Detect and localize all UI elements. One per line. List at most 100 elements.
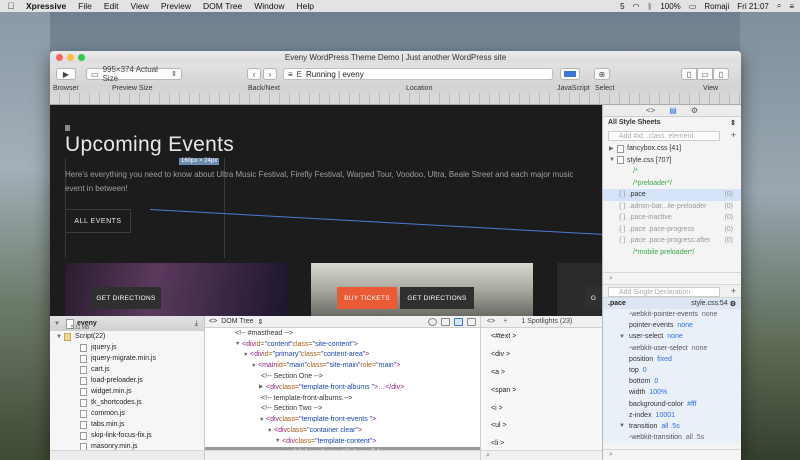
dom-node[interactable]: <!-- Section One --> [205, 371, 480, 382]
css-declaration[interactable]: top 0 [603, 365, 741, 376]
select-button[interactable]: ⊕ [594, 68, 610, 80]
disclosure-down-icon[interactable]: ▼ [235, 341, 242, 347]
css-declaration[interactable]: z-index 10001 [603, 410, 741, 421]
battery-icon[interactable]: ▭ [689, 2, 697, 11]
css-declaration[interactable]: -webkit-user-select none [603, 343, 741, 354]
declaration-filter-row[interactable]: ⌕ [603, 449, 741, 460]
menu-preview[interactable]: Preview [161, 1, 191, 11]
get-directions-button[interactable]: GET DIRECTIONS [400, 287, 474, 309]
dom-node[interactable]: <!-- template-front-albums.--> [205, 393, 480, 404]
dom-node[interactable]: ▼ <div class= "template-content" > [205, 436, 480, 447]
disclosure-down-icon[interactable]: ▼ [619, 334, 629, 340]
dom-node[interactable]: ▼ <div id= "content" class= "site-content" > [205, 339, 480, 350]
file-item[interactable]: jquery.js [50, 342, 204, 353]
gear-icon[interactable]: ⚙ [691, 106, 698, 115]
menu-app-name[interactable]: Xpressive [26, 1, 66, 11]
menu-file[interactable]: File [78, 1, 92, 11]
page-heading[interactable]: Upcoming Events [65, 133, 234, 157]
download-icon[interactable]: ⤓ [195, 320, 198, 328]
menu-dom-tree[interactable]: DOM Tree [203, 1, 242, 11]
battery-level[interactable]: 100% [660, 2, 680, 11]
spotlight-item[interactable]: <#text > [481, 328, 602, 346]
add-rule-icon[interactable]: + [731, 130, 736, 140]
stylesheet-selector[interactable]: All Style Sheets ⇕ [603, 117, 741, 129]
all-events-button[interactable]: ALL EVENTS [65, 209, 131, 233]
partial-button[interactable]: G [585, 287, 602, 309]
javascript-toggle[interactable] [560, 68, 580, 80]
dom-node[interactable]: ▼ <main id= "main" class= "site-main" role=… [205, 360, 480, 371]
stylesheet-icon[interactable]: ▤ [669, 106, 677, 115]
disclosure-down-icon[interactable]: ▼ [251, 363, 258, 369]
disclosure-down-icon[interactable]: ▼ [243, 352, 250, 358]
css-declaration[interactable]: -webkit-transition all .5s [603, 432, 741, 443]
file-item[interactable]: common.js [50, 408, 204, 419]
updown-icon[interactable]: ⇕ [257, 318, 263, 326]
input-source[interactable]: Romaji [704, 2, 729, 11]
dom-node[interactable]: <!-- Section Two --> [205, 404, 480, 415]
code-icon[interactable]: <> [209, 318, 217, 325]
file-item[interactable]: tabs.min.js [50, 419, 204, 430]
browser-button[interactable]: ▶ [56, 68, 76, 80]
css-declaration[interactable]: ▼ user-select none [603, 331, 741, 342]
menu-list-icon[interactable]: ≡ [789, 2, 794, 11]
menu-view[interactable]: View [131, 1, 149, 11]
view-bottom-button[interactable]: ▭ [697, 68, 713, 80]
page-description[interactable]: Here's everything you need to know about… [65, 168, 585, 196]
menu-help[interactable]: Help [296, 1, 313, 11]
status-count[interactable]: 5 [620, 2, 624, 11]
css-declaration[interactable]: bottom 0 [603, 376, 741, 387]
file-item[interactable]: load-preloader.js [50, 375, 204, 386]
view-right-button[interactable]: ▯ [713, 68, 729, 80]
preview-size-select[interactable]: ▭ 995×374 Actual Size ⇕ [86, 65, 182, 83]
layout-icon[interactable] [454, 317, 463, 326]
code-icon[interactable]: <> [487, 318, 495, 325]
flow-icon[interactable]: ⑂ [503, 318, 507, 325]
dom-node[interactable]: ▶ <div class= "template-front-albums " >…</… [205, 382, 480, 393]
css-comment[interactable]: /*mobile preloader*/ [603, 247, 741, 259]
buy-tickets-button[interactable]: BUY TICKETS [337, 287, 397, 309]
bluetooth-icon[interactable]: ᛒ [648, 2, 653, 11]
menu-window[interactable]: Window [254, 1, 284, 11]
folder-item[interactable]: ▼ Script(22) [50, 331, 204, 342]
dom-node[interactable]: ▼ <div class= "container clear" > [205, 425, 480, 436]
spotlight-item[interactable]: <ul > [481, 417, 602, 435]
css-rule[interactable]: { } .pace .pace-progress:after (0) [603, 235, 741, 247]
clock[interactable]: Fri 21:07 [737, 2, 769, 11]
view-left-button[interactable]: ▯ [681, 68, 697, 80]
apple-icon[interactable]:  [6, 1, 16, 11]
location-field[interactable]: ≡ E Running | eveny [283, 68, 553, 80]
wifi-icon[interactable]: ◠ [633, 2, 640, 11]
file-item[interactable]: skip-link-focus-fix.js [50, 430, 204, 441]
css-rule[interactable]: { } .pace .pace-progress (0) [603, 224, 741, 236]
pin-icon[interactable] [441, 317, 450, 326]
file-item[interactable]: jquery-migrate.min.js [50, 353, 204, 364]
disclosure-down-icon[interactable]: ▼ [54, 321, 60, 327]
dom-node[interactable]: ▼ <div class= "template-front-events " > [205, 414, 480, 425]
spotlight-item[interactable]: <span > [481, 381, 602, 399]
css-comment[interactable]: /* [603, 166, 741, 178]
css-declaration[interactable]: -webkit-pointer-events none [603, 309, 741, 320]
rule-filter-row[interactable]: ⌕ [603, 272, 741, 284]
get-directions-button[interactable]: GET DIRECTIONS [91, 287, 161, 309]
menu-edit[interactable]: Edit [104, 1, 119, 11]
target-icon[interactable] [428, 317, 437, 326]
selector-header[interactable]: .pace style.css:54 ⚙ [603, 298, 741, 309]
css-declaration[interactable]: width 100% [603, 387, 741, 398]
dom-node[interactable]: <!-- #masthead --> [205, 328, 480, 339]
css-comment[interactable]: /*preloader*/ [603, 178, 741, 190]
css-rule-selected[interactable]: { } .pace (0) [603, 189, 741, 201]
css-rule[interactable]: { } .admin-bar...ile-preloader (0) [603, 201, 741, 213]
preview-pane[interactable]: Upcoming Events 160px × 24px Here's ever… [50, 105, 602, 316]
disclosure-down-icon[interactable]: ▼ [259, 417, 266, 423]
disclosure-down-icon[interactable]: ▼ [619, 423, 629, 429]
dom-node[interactable]: ▼ <div id= "primary" class= "content-area" > [205, 350, 480, 361]
disclosure-right-icon[interactable]: ▶ [609, 145, 617, 152]
css-declaration[interactable]: pointer-events none [603, 320, 741, 331]
disclosure-down-icon[interactable]: ▼ [609, 157, 617, 163]
rule-search-input[interactable]: Add #id, .class, element [608, 131, 720, 141]
stylesheet-item[interactable]: ▶ fancybox.css [41] [603, 143, 741, 155]
project-header[interactable]: ▼ eveny 5.11 MB ⤓ [50, 316, 204, 331]
disclosure-down-icon[interactable]: ▼ [275, 438, 282, 444]
css-declaration[interactable]: position fixed [603, 354, 741, 365]
spotlight-item[interactable]: <i > [481, 399, 602, 417]
